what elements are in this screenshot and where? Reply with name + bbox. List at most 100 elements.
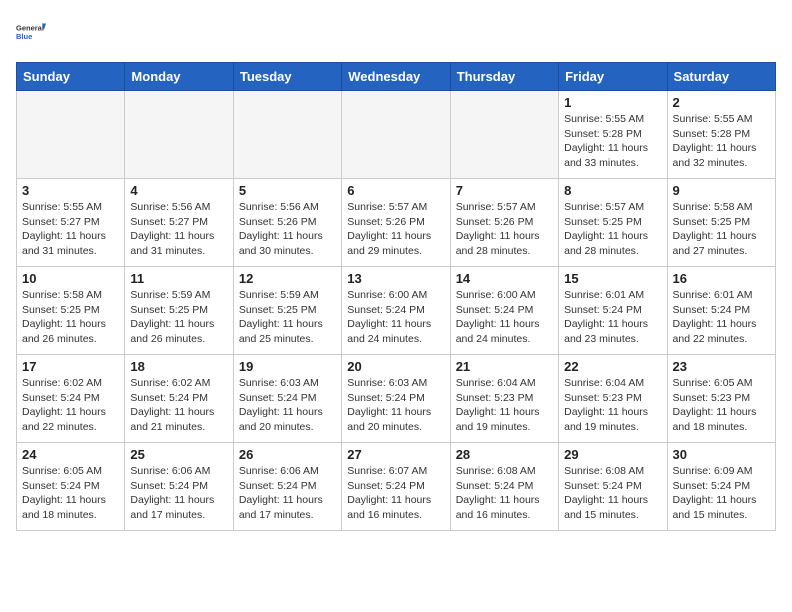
day-number: 11 — [130, 271, 227, 286]
day-info: Sunrise: 6:08 AM Sunset: 5:24 PM Dayligh… — [456, 464, 553, 523]
day-cell — [125, 91, 233, 179]
day-info: Sunrise: 6:08 AM Sunset: 5:24 PM Dayligh… — [564, 464, 661, 523]
day-cell: 24 Sunrise: 6:05 AM Sunset: 5:24 PM Dayli… — [17, 443, 125, 531]
day-number: 24 — [22, 447, 119, 462]
day-info: Sunrise: 6:09 AM Sunset: 5:24 PM Dayligh… — [673, 464, 770, 523]
day-header-saturday: Saturday — [667, 63, 775, 91]
day-info: Sunrise: 5:56 AM Sunset: 5:27 PM Dayligh… — [130, 200, 227, 259]
day-header-tuesday: Tuesday — [233, 63, 341, 91]
day-number: 3 — [22, 183, 119, 198]
day-info: Sunrise: 6:06 AM Sunset: 5:24 PM Dayligh… — [239, 464, 336, 523]
day-info: Sunrise: 5:57 AM Sunset: 5:25 PM Dayligh… — [564, 200, 661, 259]
day-cell — [17, 91, 125, 179]
day-number: 13 — [347, 271, 444, 286]
day-cell: 6Sunrise: 5:57 AM Sunset: 5:26 PM Daylig… — [342, 179, 450, 267]
day-cell — [233, 91, 341, 179]
day-number: 25 — [130, 447, 227, 462]
day-number: 20 — [347, 359, 444, 374]
week-row-1: 1 Sunrise: 5:55 AM Sunset: 5:28 PM Daylig… — [17, 91, 776, 179]
day-cell: 1 Sunrise: 5:55 AM Sunset: 5:28 PM Daylig… — [559, 91, 667, 179]
day-info: Sunrise: 6:01 AM Sunset: 5:24 PM Dayligh… — [673, 288, 770, 347]
day-info: Sunrise: 6:03 AM Sunset: 5:24 PM Dayligh… — [239, 376, 336, 435]
week-row-3: 10 Sunrise: 5:58 AM Sunset: 5:25 PM Dayli… — [17, 267, 776, 355]
day-number: 2 — [673, 95, 770, 110]
day-cell: 19 Sunrise: 6:03 AM Sunset: 5:24 PM Dayli… — [233, 355, 341, 443]
day-info: Sunrise: 5:59 AM Sunset: 5:25 PM Dayligh… — [130, 288, 227, 347]
day-number: 19 — [239, 359, 336, 374]
day-cell: 11 Sunrise: 5:59 AM Sunset: 5:25 PM Dayli… — [125, 267, 233, 355]
header: General Blue — [16, 16, 776, 52]
day-info: Sunrise: 6:04 AM Sunset: 5:23 PM Dayligh… — [456, 376, 553, 435]
day-cell: 2 Sunrise: 5:55 AM Sunset: 5:28 PM Daylig… — [667, 91, 775, 179]
day-cell: 16 Sunrise: 6:01 AM Sunset: 5:24 PM Dayli… — [667, 267, 775, 355]
day-cell: 21 Sunrise: 6:04 AM Sunset: 5:23 PM Dayli… — [450, 355, 558, 443]
day-number: 1 — [564, 95, 661, 110]
day-number: 17 — [22, 359, 119, 374]
day-info: Sunrise: 5:56 AM Sunset: 5:26 PM Dayligh… — [239, 200, 336, 259]
day-number: 18 — [130, 359, 227, 374]
day-info: Sunrise: 6:01 AM Sunset: 5:24 PM Dayligh… — [564, 288, 661, 347]
day-number: 10 — [22, 271, 119, 286]
day-info: Sunrise: 6:05 AM Sunset: 5:24 PM Dayligh… — [22, 464, 119, 523]
day-info: Sunrise: 5:55 AM Sunset: 5:28 PM Dayligh… — [673, 112, 770, 171]
day-info: Sunrise: 6:00 AM Sunset: 5:24 PM Dayligh… — [456, 288, 553, 347]
day-cell: 27 Sunrise: 6:07 AM Sunset: 5:24 PM Dayli… — [342, 443, 450, 531]
day-info: Sunrise: 5:57 AM Sunset: 5:26 PM Dayligh… — [456, 200, 553, 259]
day-number: 9 — [673, 183, 770, 198]
day-cell: 4 Sunrise: 5:56 AM Sunset: 5:27 PM Daylig… — [125, 179, 233, 267]
week-row-2: 3 Sunrise: 5:55 AM Sunset: 5:27 PM Daylig… — [17, 179, 776, 267]
day-info: Sunrise: 6:03 AM Sunset: 5:24 PM Dayligh… — [347, 376, 444, 435]
day-number: 12 — [239, 271, 336, 286]
day-number: 27 — [347, 447, 444, 462]
day-number: 14 — [456, 271, 553, 286]
week-row-5: 24 Sunrise: 6:05 AM Sunset: 5:24 PM Dayli… — [17, 443, 776, 531]
day-cell: 15 Sunrise: 6:01 AM Sunset: 5:24 PM Dayli… — [559, 267, 667, 355]
day-number: 28 — [456, 447, 553, 462]
day-cell: 10 Sunrise: 5:58 AM Sunset: 5:25 PM Dayli… — [17, 267, 125, 355]
day-cell — [342, 91, 450, 179]
calendar-table: SundayMondayTuesdayWednesdayThursdayFrid… — [16, 62, 776, 531]
day-number: 30 — [673, 447, 770, 462]
day-cell — [450, 91, 558, 179]
day-info: Sunrise: 5:55 AM Sunset: 5:28 PM Dayligh… — [564, 112, 661, 171]
day-number: 23 — [673, 359, 770, 374]
day-number: 21 — [456, 359, 553, 374]
day-cell: 13 Sunrise: 6:00 AM Sunset: 5:24 PM Dayli… — [342, 267, 450, 355]
day-info: Sunrise: 6:07 AM Sunset: 5:24 PM Dayligh… — [347, 464, 444, 523]
svg-text:Blue: Blue — [16, 32, 32, 41]
day-info: Sunrise: 6:00 AM Sunset: 5:24 PM Dayligh… — [347, 288, 444, 347]
day-cell: 29 Sunrise: 6:08 AM Sunset: 5:24 PM Dayli… — [559, 443, 667, 531]
day-cell: 18 Sunrise: 6:02 AM Sunset: 5:24 PM Dayli… — [125, 355, 233, 443]
day-header-sunday: Sunday — [17, 63, 125, 91]
header-row: SundayMondayTuesdayWednesdayThursdayFrid… — [17, 63, 776, 91]
day-header-friday: Friday — [559, 63, 667, 91]
day-cell: 14 Sunrise: 6:00 AM Sunset: 5:24 PM Dayli… — [450, 267, 558, 355]
day-info: Sunrise: 6:02 AM Sunset: 5:24 PM Dayligh… — [130, 376, 227, 435]
day-number: 29 — [564, 447, 661, 462]
day-info: Sunrise: 5:57 AM Sunset: 5:26 PM Dayligh… — [347, 200, 444, 259]
day-cell: 26Sunrise: 6:06 AM Sunset: 5:24 PM Dayli… — [233, 443, 341, 531]
day-number: 15 — [564, 271, 661, 286]
day-cell: 3 Sunrise: 5:55 AM Sunset: 5:27 PM Daylig… — [17, 179, 125, 267]
day-info: Sunrise: 6:04 AM Sunset: 5:23 PM Dayligh… — [564, 376, 661, 435]
day-cell: 12 Sunrise: 5:59 AM Sunset: 5:25 PM Dayli… — [233, 267, 341, 355]
logo-svg: General Blue — [16, 16, 46, 52]
day-cell: 9Sunrise: 5:58 AM Sunset: 5:25 PM Daylig… — [667, 179, 775, 267]
day-cell: 22Sunrise: 6:04 AM Sunset: 5:23 PM Dayli… — [559, 355, 667, 443]
day-number: 8 — [564, 183, 661, 198]
day-number: 16 — [673, 271, 770, 286]
day-cell: 23Sunrise: 6:05 AM Sunset: 5:23 PM Dayli… — [667, 355, 775, 443]
day-number: 4 — [130, 183, 227, 198]
day-info: Sunrise: 6:06 AM Sunset: 5:24 PM Dayligh… — [130, 464, 227, 523]
svg-text:General: General — [16, 24, 44, 33]
day-info: Sunrise: 5:58 AM Sunset: 5:25 PM Dayligh… — [22, 288, 119, 347]
day-header-thursday: Thursday — [450, 63, 558, 91]
day-info: Sunrise: 5:55 AM Sunset: 5:27 PM Dayligh… — [22, 200, 119, 259]
day-header-monday: Monday — [125, 63, 233, 91]
week-row-4: 17 Sunrise: 6:02 AM Sunset: 5:24 PM Dayli… — [17, 355, 776, 443]
day-header-wednesday: Wednesday — [342, 63, 450, 91]
day-cell: 30 Sunrise: 6:09 AM Sunset: 5:24 PM Dayli… — [667, 443, 775, 531]
day-number: 5 — [239, 183, 336, 198]
day-info: Sunrise: 5:59 AM Sunset: 5:25 PM Dayligh… — [239, 288, 336, 347]
day-cell: 17Sunrise: 6:02 AM Sunset: 5:24 PM Dayli… — [17, 355, 125, 443]
